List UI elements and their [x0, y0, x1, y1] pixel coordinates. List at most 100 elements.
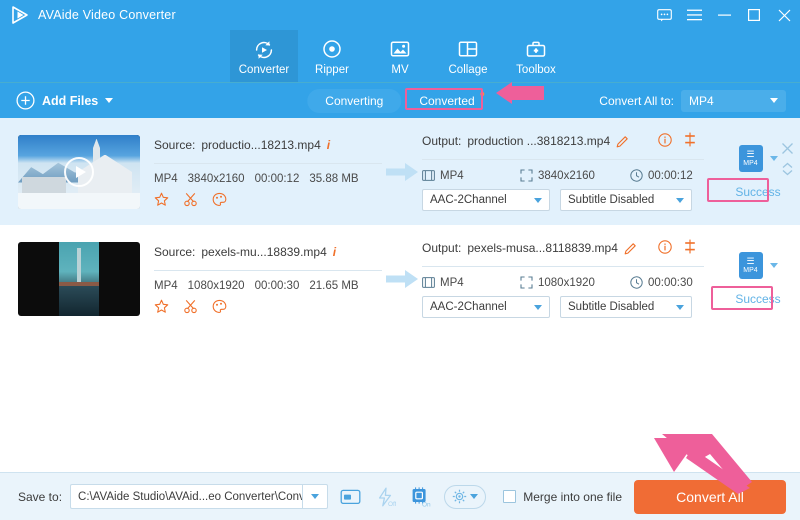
chevron-down-icon: [676, 305, 684, 310]
mp4-format-icon: ☰ MP4: [739, 145, 763, 172]
feedback-icon[interactable]: [656, 7, 672, 23]
output-info-icon[interactable]: [658, 133, 672, 147]
effects-icon[interactable]: [212, 192, 227, 207]
minimize-icon[interactable]: [716, 7, 732, 23]
open-folder-icon: [340, 487, 361, 506]
save-to-label: Save to:: [18, 490, 62, 504]
output-file-name: pexels-musa...8118839.mp4: [467, 241, 618, 255]
source-prefix-label: Source:: [154, 138, 195, 152]
convert-all-button[interactable]: Convert All: [634, 480, 786, 514]
convert-all-to-select[interactable]: MP4: [681, 90, 786, 112]
subtitle-track-value: Subtitle Disabled: [568, 194, 654, 206]
nav-tab-mv[interactable]: MV: [366, 30, 434, 82]
output-info-icon[interactable]: [658, 240, 672, 254]
source-meta: MP4 1080x1920 00:00:30 21.65 MB: [154, 280, 382, 292]
nav-tab-label: Collage: [449, 64, 488, 76]
remove-row-icon[interactable]: [781, 142, 794, 155]
edit-pencil-icon[interactable]: [616, 135, 629, 148]
toolbox-icon: [525, 39, 547, 61]
gpu-accel-on-button[interactable]: On: [407, 484, 433, 509]
subtitle-track-select[interactable]: Subtitle Disabled: [560, 296, 692, 318]
menu-icon[interactable]: [686, 7, 702, 23]
tab-converted[interactable]: Converted: [401, 89, 492, 113]
split-settings-icon[interactable]: [684, 132, 696, 147]
tab-converted-label: Converted: [419, 94, 474, 108]
audio-track-select[interactable]: AAC-2Channel: [422, 189, 550, 211]
output-actions: [658, 132, 696, 147]
settings-gear-icon: [452, 489, 467, 504]
nav-tab-ripper[interactable]: Ripper: [298, 30, 366, 82]
nav-tab-label: Converter: [239, 64, 290, 76]
app-logo-icon: [10, 5, 30, 25]
source-info-icon[interactable]: i: [333, 245, 336, 259]
divider: [154, 163, 382, 164]
nav-tab-collage[interactable]: Collage: [434, 30, 502, 82]
source-file-name: pexels-mu...18839.mp4: [201, 245, 326, 259]
split-settings-icon[interactable]: [684, 239, 696, 254]
enhance-icon[interactable]: [154, 299, 169, 314]
table-row[interactable]: Source: pexels-mu...18839.mp4 i MP4 1080…: [0, 225, 800, 332]
trim-icon[interactable]: [183, 192, 198, 207]
chevron-down-icon[interactable]: [770, 156, 778, 161]
chevron-down-icon[interactable]: [105, 98, 113, 103]
output-format-group: MP4: [422, 277, 520, 289]
source-info-icon[interactable]: i: [327, 138, 330, 152]
video-thumbnail[interactable]: [18, 135, 140, 209]
output-format: MP4: [440, 277, 464, 289]
save-path-input[interactable]: C:\AVAide Studio\AVAid...eo Converter\Co…: [70, 484, 302, 509]
output-duration-group: 00:00:30: [630, 276, 693, 289]
output-resolution-group: 3840x2160: [520, 169, 630, 182]
table-row[interactable]: Source: productio...18213.mp4 i MP4 3840…: [0, 118, 800, 225]
save-path-dropdown[interactable]: [302, 484, 328, 509]
video-thumbnail[interactable]: [18, 242, 140, 316]
add-files-label: Add Files: [42, 94, 98, 108]
chevron-down-icon: [470, 494, 478, 499]
chevron-down-icon: [311, 494, 319, 499]
output-format-group: MP4: [422, 170, 520, 182]
output-format-chip[interactable]: ☰ MP4: [739, 252, 778, 279]
output-resolution: 1080x1920: [538, 277, 595, 289]
resolution-icon: [520, 169, 533, 182]
status-badge: Success: [726, 182, 789, 202]
hardware-accel-off-button[interactable]: Off: [372, 484, 398, 509]
nav-tab-converter[interactable]: Converter: [230, 30, 298, 82]
source-size: 21.65 MB: [309, 280, 358, 292]
trim-icon[interactable]: [183, 299, 198, 314]
close-icon[interactable]: [776, 7, 792, 23]
effects-icon[interactable]: [212, 299, 227, 314]
play-button[interactable]: [64, 157, 94, 187]
row-controls: [781, 142, 794, 176]
output-meta: MP4 3840x2160 00:00:12: [422, 169, 704, 182]
ripper-icon: [321, 39, 343, 61]
merge-into-one-file-checkbox[interactable]: Merge into one file: [503, 490, 622, 504]
expand-collapse-icon[interactable]: [781, 162, 794, 176]
source-format: MP4: [154, 280, 178, 292]
subtitle-track-select[interactable]: Subtitle Disabled: [560, 189, 692, 211]
settings-button[interactable]: [444, 485, 486, 509]
sub-toolbar: Add Files Converting Converted Convert A…: [0, 82, 800, 118]
chevron-down-icon: [770, 98, 778, 103]
chevron-down-icon[interactable]: [770, 263, 778, 268]
audio-track-select[interactable]: AAC-2Channel: [422, 296, 550, 318]
nav-tab-label: MV: [391, 64, 408, 76]
output-column: Output: production ...3818213.mp4: [422, 132, 704, 211]
divider: [154, 270, 382, 271]
svg-text:On: On: [422, 501, 431, 507]
collage-icon: [457, 39, 479, 61]
open-folder-button[interactable]: [337, 484, 363, 509]
source-prefix-label: Source:: [154, 245, 195, 259]
source-resolution: 3840x2160: [188, 173, 245, 185]
divider: [422, 266, 704, 267]
hardware-accel-off-icon: Off: [375, 487, 396, 507]
tab-converting[interactable]: Converting: [307, 89, 401, 113]
output-format-chip[interactable]: ☰ MP4: [739, 145, 778, 172]
audio-track-value: AAC-2Channel: [430, 301, 507, 313]
convert-all-to-group: Convert All to: MP4: [599, 90, 786, 112]
enhance-icon[interactable]: [154, 192, 169, 207]
bottom-bar: Save to: C:\AVAide Studio\AVAid...eo Con…: [0, 472, 800, 520]
new-items-badge: [481, 92, 485, 96]
add-files-button[interactable]: Add Files: [16, 91, 113, 110]
maximize-icon[interactable]: [746, 7, 762, 23]
edit-pencil-icon[interactable]: [624, 242, 637, 255]
nav-tab-toolbox[interactable]: Toolbox: [502, 30, 570, 82]
